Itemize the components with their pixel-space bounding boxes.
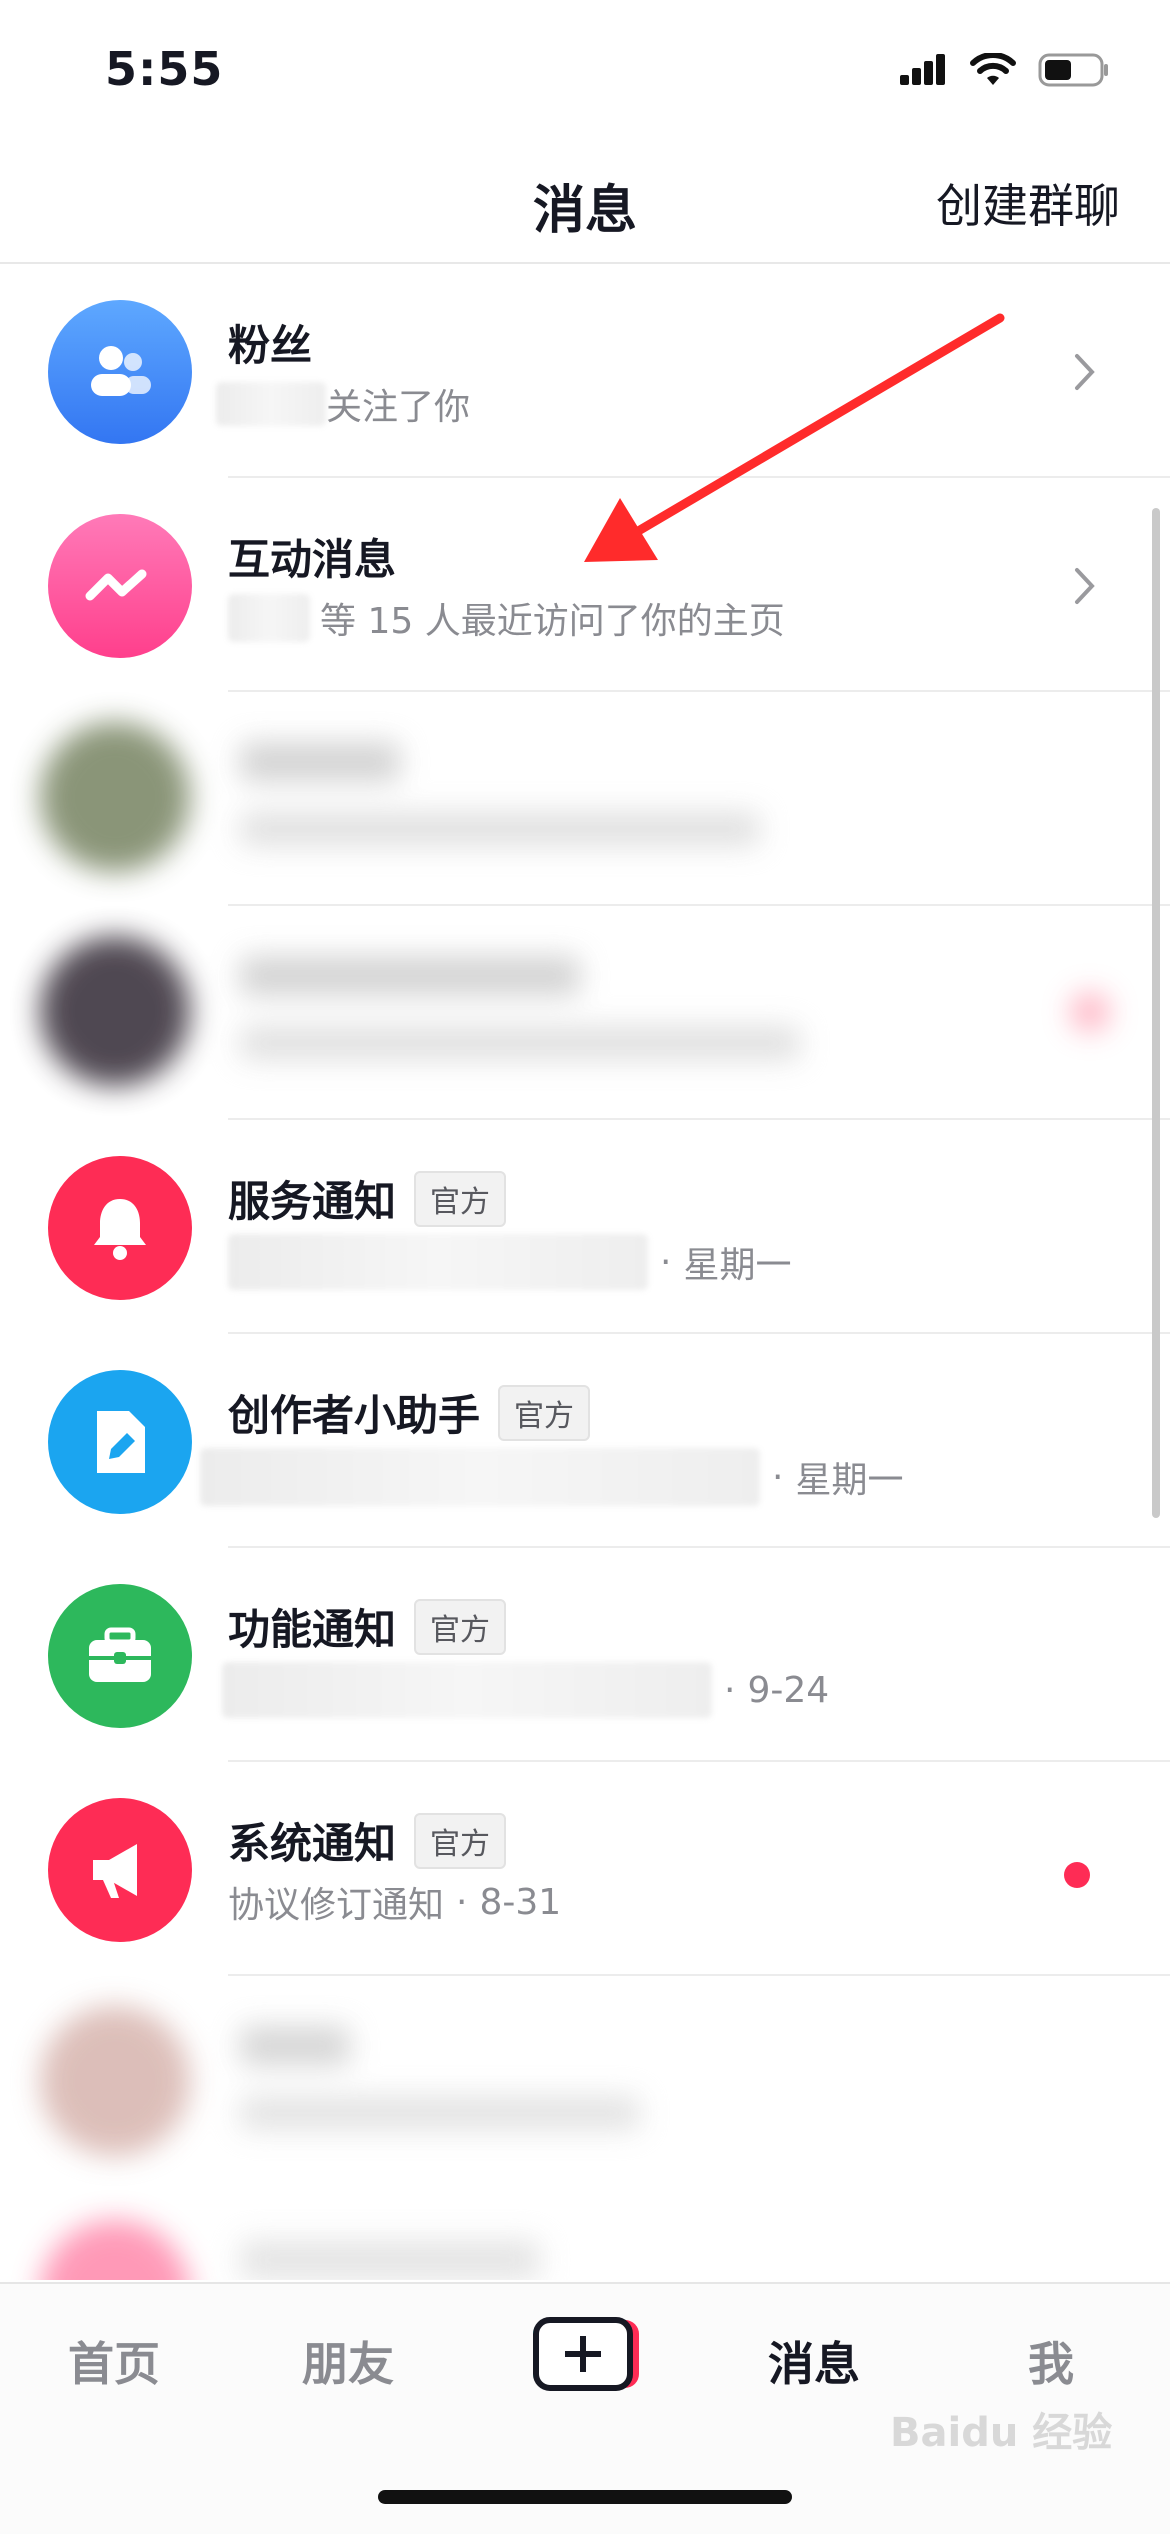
list-item-conversation[interactable]: [0, 1976, 1170, 2190]
feature-time: 9-24: [747, 1669, 830, 1711]
official-badge: 官方: [414, 1812, 507, 1869]
list-item-fans[interactable]: 粉丝 关注了你: [0, 264, 1170, 478]
list-item-conversation[interactable]: [0, 692, 1170, 906]
list-item-feature-notification[interactable]: 功能通知 官方 · 9-24: [0, 1548, 1170, 1762]
system-title: 系统通知 官方: [228, 1810, 507, 1871]
zigzag-icon: [85, 569, 147, 601]
service-avatar: [48, 1156, 192, 1300]
home-indicator[interactable]: [378, 2490, 792, 2504]
bell-icon: [94, 1199, 146, 1260]
users-icon: [91, 346, 151, 396]
official-badge: 官方: [498, 1384, 591, 1441]
blurred-conversation: [10, 906, 1120, 1120]
nav-header: 消息 创建群聊: [0, 140, 1170, 264]
tab-me[interactable]: 我: [1028, 2328, 1074, 2394]
creator-title: 创作者小助手 官方: [228, 1382, 591, 1443]
creator-title-text: 创作者小助手: [228, 1391, 481, 1440]
fans-subtitle: 关注了你: [216, 378, 471, 430]
feature-title: 功能通知 官方: [228, 1596, 507, 1657]
create-group-button[interactable]: 创建群聊: [936, 170, 1120, 236]
list-item-service-notification[interactable]: 服务通知 官方 · 星期一: [0, 1120, 1170, 1334]
edit-document-icon: [97, 1411, 145, 1473]
cellular-signal-icon: [900, 54, 945, 85]
feature-subtitle: · 9-24: [222, 1662, 830, 1718]
service-subtitle: · 星期一: [228, 1234, 791, 1290]
tab-home[interactable]: 首页: [68, 2328, 160, 2394]
tab-friends[interactable]: 朋友: [302, 2328, 394, 2394]
system-subtitle-text: 协议修订通知: [228, 1885, 445, 1926]
system-title-text: 系统通知: [228, 1819, 397, 1868]
feature-title-text: 功能通知: [228, 1605, 397, 1654]
megaphone-icon: [93, 1844, 137, 1898]
interactions-subtitle-text: 等 15 人最近访问了你的主页: [320, 601, 785, 642]
list-item-conversation[interactable]: [0, 906, 1170, 1120]
list-item-interactions[interactable]: 互动消息 等 15 人最近访问了你的主页: [0, 478, 1170, 692]
blurred-conversation: [10, 692, 1120, 906]
status-time: 5:55: [105, 42, 224, 96]
system-avatar: [48, 1798, 192, 1942]
service-title: 服务通知 官方: [228, 1168, 507, 1229]
blurred-username: [216, 382, 326, 426]
blurred-preview: [200, 1448, 760, 1506]
list-item-conversation[interactable]: [0, 2190, 1170, 2280]
plus-icon: [533, 2317, 639, 2391]
creator-time: 星期一: [795, 1460, 904, 1501]
interactions-avatar: [48, 514, 192, 658]
creator-avatar: [48, 1370, 192, 1514]
official-badge: 官方: [414, 1170, 507, 1227]
blurred-preview: [222, 1662, 712, 1718]
wifi-icon: [970, 53, 1016, 85]
status-bar: 5:55: [0, 0, 1170, 140]
system-time: 8-31: [479, 1881, 562, 1923]
toolbox-icon: [89, 1627, 151, 1682]
blurred-avatar-stack: [228, 594, 310, 642]
feature-avatar: [48, 1584, 192, 1728]
blurred-conversation: [10, 1976, 1120, 2190]
fans-subtitle-text: 关注了你: [326, 387, 471, 428]
battery-icon: [1038, 53, 1108, 87]
status-icons: [898, 52, 1110, 88]
scrollbar[interactable]: [1152, 508, 1160, 1518]
service-time: 星期一: [683, 1245, 792, 1286]
chevron-right-icon: [1075, 568, 1095, 604]
list-item-creator-assistant[interactable]: 创作者小助手 官方 · 星期一: [0, 1334, 1170, 1548]
tab-messages[interactable]: 消息: [768, 2328, 860, 2394]
fans-title: 粉丝: [228, 321, 313, 370]
official-badge: 官方: [414, 1598, 507, 1655]
service-title-text: 服务通知: [228, 1177, 397, 1226]
list-item-system-notification[interactable]: 系统通知 官方 协议修订通知 · 8-31: [0, 1762, 1170, 1976]
unread-dot: [1064, 1862, 1090, 1888]
blurred-conversation: [10, 2190, 1120, 2280]
blurred-preview: [228, 1234, 648, 1290]
watermark: Baidu 经验: [890, 2410, 1113, 2456]
create-post-button[interactable]: [525, 2314, 641, 2394]
interactions-subtitle: 等 15 人最近访问了你的主页: [228, 592, 785, 644]
system-subtitle: 协议修订通知 · 8-31: [228, 1876, 561, 1928]
creator-subtitle: · 星期一: [200, 1448, 904, 1506]
fans-avatar: [48, 300, 192, 444]
chevron-right-icon: [1075, 354, 1095, 390]
interactions-title: 互动消息: [228, 535, 397, 584]
